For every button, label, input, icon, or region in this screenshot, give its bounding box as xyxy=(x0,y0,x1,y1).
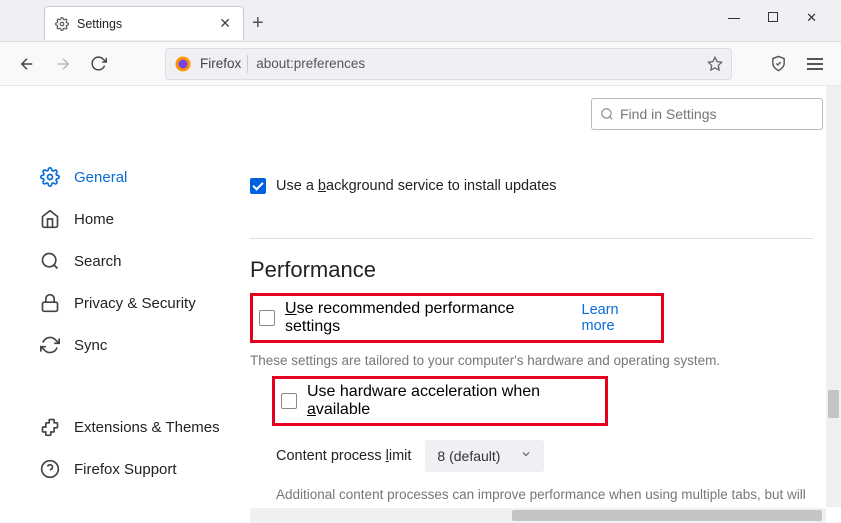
maximize-button[interactable] xyxy=(768,10,778,26)
vertical-scrollbar[interactable] xyxy=(826,86,841,507)
back-button[interactable] xyxy=(18,55,36,73)
reload-button[interactable] xyxy=(90,55,107,72)
browser-tab[interactable]: Settings ✕ xyxy=(44,6,244,40)
settings-search-input[interactable] xyxy=(620,106,814,122)
section-divider xyxy=(250,238,813,239)
bg-service-label: Use a background service to install upda… xyxy=(276,178,557,194)
minimize-button[interactable] xyxy=(728,10,740,26)
vertical-scrollbar-thumb[interactable] xyxy=(828,390,839,418)
content-area: General Home Search Privacy & Security S… xyxy=(0,86,841,523)
hw-accel-highlight: Use hardware acceleration when available xyxy=(272,376,608,426)
recommended-checkbox[interactable] xyxy=(259,310,275,326)
sidebar-item-label: Search xyxy=(74,253,122,270)
bg-service-row: Use a background service to install upda… xyxy=(250,178,823,194)
sidebar-item-label: Extensions & Themes xyxy=(74,419,220,436)
tab-title: Settings xyxy=(77,17,217,31)
hw-accel-checkbox[interactable] xyxy=(281,393,297,409)
sidebar-item-label: Firefox Support xyxy=(74,461,177,478)
sidebar-item-label: Sync xyxy=(74,337,107,354)
settings-sidebar: General Home Search Privacy & Security S… xyxy=(0,86,250,523)
horizontal-scrollbar-thumb[interactable] xyxy=(512,510,822,521)
sidebar-item-sync[interactable]: Sync xyxy=(40,324,250,366)
learn-more-link[interactable]: Learn more xyxy=(582,302,656,334)
chevron-down-icon xyxy=(520,447,532,465)
sidebar-item-home[interactable]: Home xyxy=(40,198,250,240)
sidebar-item-support[interactable]: Firefox Support xyxy=(40,448,250,490)
window-controls: ✕ xyxy=(728,0,841,26)
recommended-desc: These settings are tailored to your comp… xyxy=(250,353,823,368)
bg-service-checkbox[interactable] xyxy=(250,178,266,194)
horizontal-scrollbar[interactable] xyxy=(250,508,826,523)
url-bar[interactable]: Firefox about:preferences xyxy=(165,48,732,80)
sidebar-item-extensions[interactable]: Extensions & Themes xyxy=(40,406,250,448)
titlebar: Settings ✕ + ✕ xyxy=(0,0,841,42)
close-window-button[interactable]: ✕ xyxy=(806,10,817,26)
sidebar-item-label: Privacy & Security xyxy=(74,295,196,312)
hamburger-icon xyxy=(807,58,823,70)
forward-button[interactable] xyxy=(54,55,72,73)
gear-icon xyxy=(55,17,69,31)
firefox-icon xyxy=(174,55,192,73)
recommended-settings-highlight: Use recommended performance settings Lea… xyxy=(250,293,664,343)
url-address: about:preferences xyxy=(256,56,707,71)
settings-search[interactable] xyxy=(591,98,823,130)
process-limit-row: Content process limit 8 (default) xyxy=(276,440,823,472)
recommended-label: Use recommended performance settings xyxy=(285,300,572,336)
sidebar-item-label: General xyxy=(74,169,127,186)
process-limit-value: 8 (default) xyxy=(437,448,500,464)
toolbar: Firefox about:preferences xyxy=(0,42,841,86)
shield-icon[interactable] xyxy=(770,55,787,72)
process-limit-label: Content process limit xyxy=(276,448,411,464)
bookmark-star-icon[interactable] xyxy=(707,56,723,72)
sidebar-item-search[interactable]: Search xyxy=(40,240,250,282)
settings-main: Use a background service to install upda… xyxy=(250,86,841,523)
url-separator xyxy=(247,55,248,73)
new-tab-button[interactable]: + xyxy=(252,12,264,35)
performance-heading: Performance xyxy=(250,257,823,283)
app-menu-button[interactable] xyxy=(807,58,823,70)
process-limit-select[interactable]: 8 (default) xyxy=(425,440,544,472)
sidebar-item-general[interactable]: General xyxy=(40,156,250,198)
hw-accel-label: Use hardware acceleration when available xyxy=(307,383,599,419)
tab-close-icon[interactable]: ✕ xyxy=(217,15,233,32)
search-icon xyxy=(600,107,614,121)
url-brand: Firefox xyxy=(200,56,241,71)
sidebar-item-privacy[interactable]: Privacy & Security xyxy=(40,282,250,324)
sidebar-item-label: Home xyxy=(74,211,114,228)
